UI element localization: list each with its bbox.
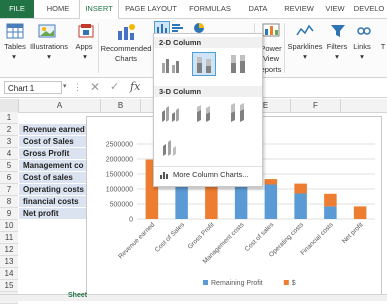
filters-label[interactable]: Filters (322, 42, 352, 51)
bar-remainingprofit[interactable] (294, 193, 307, 220)
column-header-a[interactable]: A (19, 99, 101, 112)
legend-label: $ (292, 280, 296, 287)
y-tick-label: 2000000 (106, 157, 133, 164)
3d-stacked-column-option[interactable] (192, 101, 216, 125)
row-header[interactable]: 7 (0, 184, 18, 196)
bar-remainingprofit[interactable] (264, 184, 278, 220)
recommended-label[interactable]: Recommended (100, 44, 152, 53)
links-icon[interactable] (356, 23, 372, 41)
row-header[interactable]: 6 (0, 172, 18, 184)
tab-page-layout[interactable]: PAGE LAYOUT (121, 0, 181, 18)
3d-100-stacked-column-option[interactable] (226, 101, 250, 125)
bar-remainingprofit[interactable] (324, 206, 337, 219)
bar-remainingprofit[interactable] (175, 181, 188, 220)
row-header[interactable]: 2 (0, 124, 18, 136)
more-charts-icon (159, 170, 169, 182)
apps-dropdown-icon[interactable]: ▾ (80, 52, 90, 61)
namebox-dropdown-icon[interactable]: ▾ (63, 82, 67, 90)
formula-options-icon: ⋮ (73, 82, 82, 92)
bar-[interactable] (324, 193, 337, 207)
3d-clustered-column-option[interactable] (158, 101, 182, 125)
stacked-column-option[interactable] (192, 52, 216, 76)
row-header[interactable]: 4 (0, 148, 18, 160)
recommended-charts-icon[interactable] (116, 23, 136, 43)
charts-label[interactable]: Charts (100, 54, 152, 63)
column-header-f[interactable]: F (291, 99, 341, 112)
power-view-icon[interactable] (262, 23, 280, 39)
links-label[interactable]: Links (350, 42, 374, 51)
tab-insert[interactable]: INSERT (79, 0, 119, 19)
y-tick-label: 0 (129, 217, 133, 224)
sparklines-label[interactable]: Sparklines (286, 42, 324, 51)
tables-dropdown-icon[interactable]: ▾ (9, 52, 19, 61)
links-dropdown-icon[interactable]: ▾ (357, 52, 367, 61)
ribbon-tab-bar: FILE HOME INSERT PAGE LAYOUT FORMULAS DA… (0, 0, 387, 19)
y-tick-label: 1000000 (106, 187, 133, 194)
y-tick-label: 1500000 (106, 172, 133, 179)
tab-developer[interactable]: DEVELO (352, 0, 386, 18)
name-box[interactable]: Chart 1 (4, 81, 62, 94)
sheet-tab[interactable]: Sheet (68, 292, 87, 300)
text-group-label[interactable]: T (378, 42, 387, 51)
x-tick-label: Revenue earned (117, 221, 156, 260)
filters-dropdown-icon[interactable]: ▾ (332, 52, 342, 61)
y-tick-label: 2500000 (106, 142, 133, 149)
row-header[interactable]: 13 (0, 256, 18, 268)
cancel-icon[interactable]: ✕ (90, 80, 100, 94)
y-tick-label: 500000 (110, 202, 133, 209)
tab-file[interactable]: FILE (0, 0, 34, 18)
tables-label[interactable]: Tables (2, 42, 28, 51)
fx-icon[interactable]: fx (130, 80, 140, 93)
x-tick-label: Cost of Sales (154, 221, 187, 254)
sparklines-icon[interactable] (296, 23, 314, 41)
x-tick-label: Gross Profit (187, 221, 216, 250)
bar-[interactable] (264, 179, 278, 185)
row-header[interactable]: 8 (0, 196, 18, 208)
section-2d-column: 2-D Column (154, 37, 262, 48)
illustrations-icon[interactable] (38, 23, 56, 41)
illustrations-label[interactable]: Illustrations (28, 42, 70, 51)
row-header[interactable]: 1 (0, 112, 18, 124)
filters-icon[interactable] (330, 23, 346, 41)
tables-icon[interactable] (6, 23, 24, 41)
row-header[interactable]: 12 (0, 244, 18, 256)
column-header-b[interactable]: B (101, 99, 141, 112)
section-3d-column: 3-D Column (154, 86, 262, 97)
column-chart-gallery: 2-D Column 3-D Column More Column Charts… (153, 33, 263, 187)
tab-data[interactable]: DATA (243, 0, 273, 18)
apps-icon[interactable] (77, 23, 95, 41)
tab-formulas[interactable]: FORMULAS (186, 0, 234, 18)
row-header[interactable]: 3 (0, 136, 18, 148)
bar-[interactable] (353, 206, 367, 219)
row-header[interactable]: 11 (0, 232, 18, 244)
apps-label[interactable]: Apps (72, 42, 96, 51)
clustered-column-option[interactable] (158, 52, 182, 76)
tab-view[interactable]: VIEW (322, 0, 348, 18)
legend-swatch (283, 280, 289, 285)
tab-review[interactable]: REVIEW (281, 0, 317, 18)
illustrations-dropdown-icon[interactable]: ▾ (44, 52, 54, 61)
sparklines-dropdown-icon[interactable]: ▾ (300, 52, 310, 61)
x-tick-label: Net profit (341, 221, 365, 245)
select-all-corner[interactable] (0, 99, 19, 112)
enter-icon[interactable]: ✓ (110, 80, 119, 93)
row-header[interactable]: 14 (0, 268, 18, 280)
more-column-charts-link[interactable]: More Column Charts... (173, 170, 248, 179)
row-header[interactable]: 15 (0, 280, 18, 292)
bar-[interactable] (294, 183, 307, 194)
x-tick-label: Cost of sales (244, 221, 276, 253)
tab-home[interactable]: HOME (40, 0, 76, 18)
row-header[interactable]: 9 (0, 208, 18, 220)
row-header[interactable]: 10 (0, 220, 18, 232)
legend-label: Remaining Profit (211, 280, 263, 287)
100-stacked-column-option[interactable] (226, 52, 250, 76)
3d-column-option[interactable] (158, 135, 182, 159)
legend-swatch (203, 280, 208, 285)
row-header[interactable]: 5 (0, 160, 18, 172)
